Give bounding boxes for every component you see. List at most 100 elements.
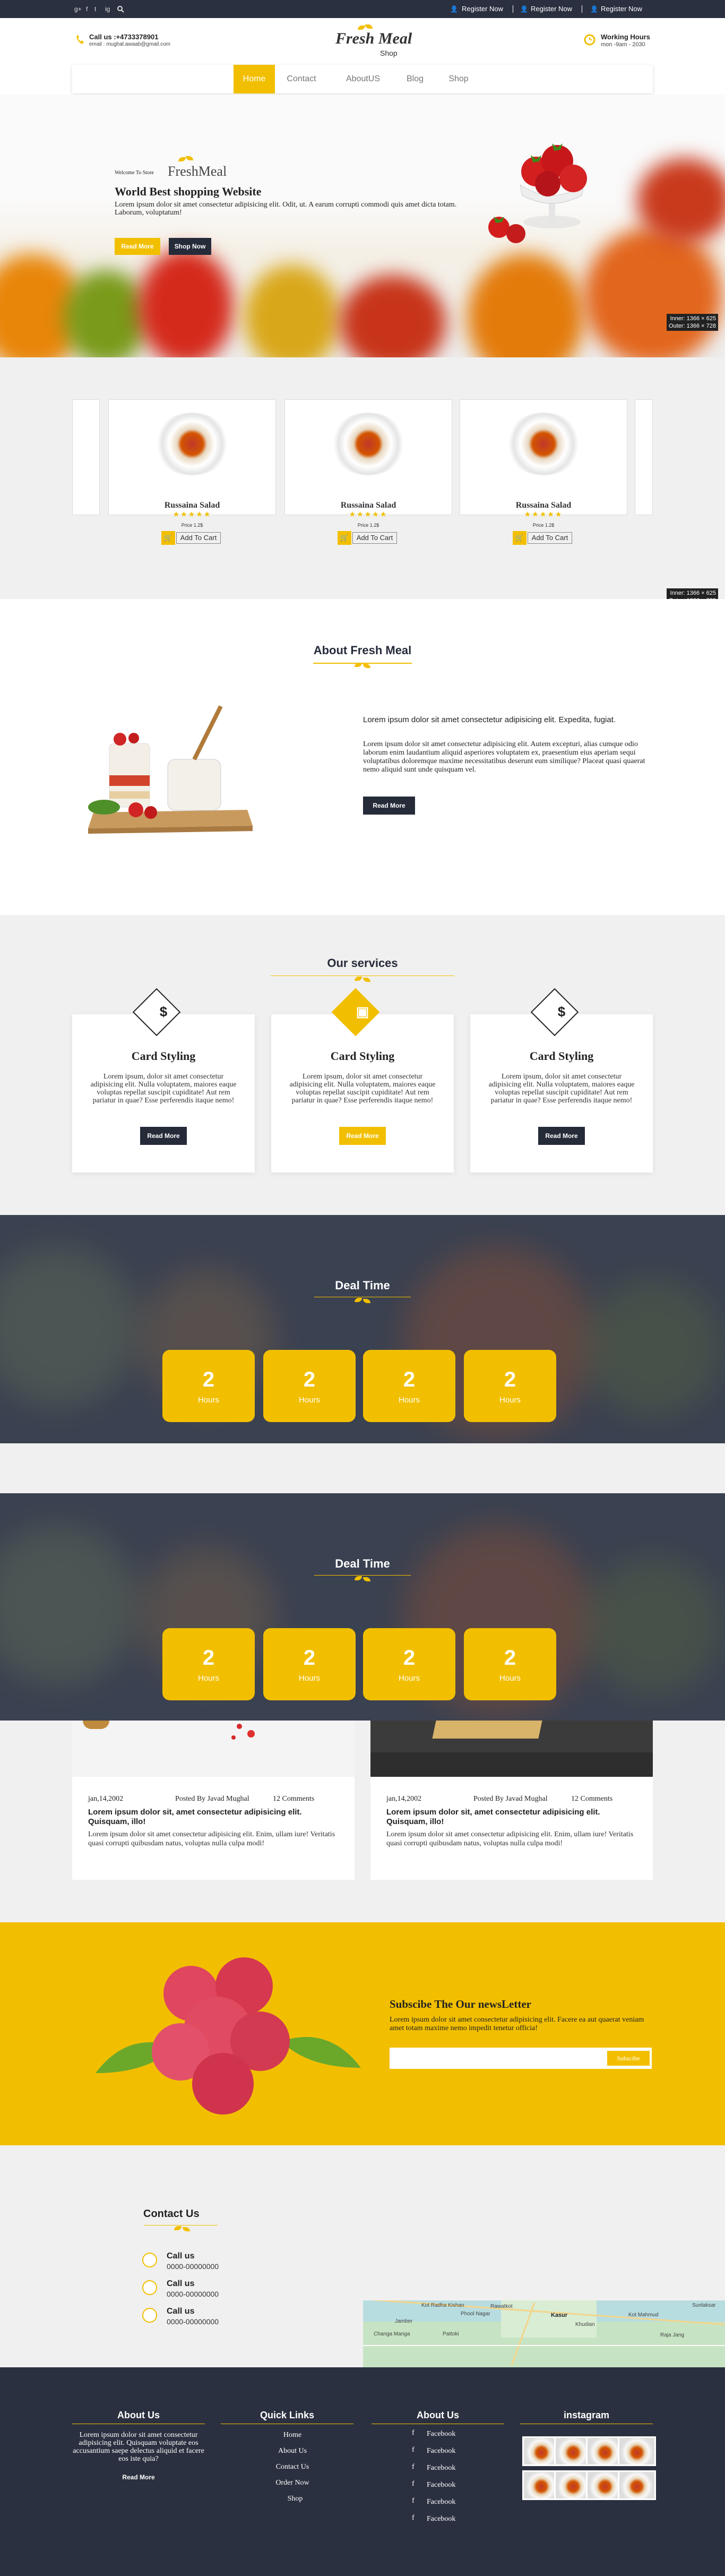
main-nav: Home Contact AboutUS Blog Shop [72, 65, 653, 93]
hero-shop-now-button[interactable]: Shop Now [169, 238, 211, 255]
deal-title: Deal Time [335, 1279, 390, 1292]
blog-comments[interactable]: 12 Comments [273, 1795, 314, 1803]
blog-title[interactable]: Lorem ipsum dolor sit, amet consectetur … [386, 1808, 636, 1827]
contact-title: Contact Us [143, 2208, 200, 2220]
add-to-cart-button[interactable]: 🛒 Add To Cart [513, 531, 573, 545]
product-card[interactable]: Russaina Salad ★★★★★ [460, 399, 627, 518]
leaf-icon [363, 1577, 370, 1581]
about-text: Lorem ipsum dolor sit amet consectetur a… [363, 740, 645, 774]
footer-facebook-link[interactable]: Facebook [427, 2515, 455, 2523]
twitter-icon[interactable]: t [94, 5, 96, 13]
footer-facebook-link[interactable]: Facebook [427, 2498, 455, 2506]
footer-facebook-link[interactable]: Facebook [427, 2430, 455, 2438]
dollar-icon: $ [159, 1004, 168, 1020]
footer-read-more-link[interactable]: Read More [72, 2474, 205, 2481]
contact-value[interactable]: 0000-00000000 [167, 2317, 219, 2326]
nav-home[interactable]: Home [234, 65, 275, 93]
service-card[interactable]: Card Styling Lorem ipsum, dolor sit amet… [470, 1014, 653, 1173]
facebook-icon: f [412, 2463, 415, 2471]
facebook-icon: f [412, 2446, 415, 2454]
hero-banner: Welcome To Store FreshMeal World Best sh… [0, 95, 725, 357]
leaf-icon [355, 1298, 362, 1302]
rating-stars: ★★★★★ [349, 510, 388, 518]
blog-card[interactable]: jan,14,2002 Posted By Javad Mughal 12 Co… [72, 1721, 355, 1880]
product-card[interactable]: Russaina Salad ★★★★★ [284, 399, 452, 518]
top-bar: g+ f t ig search 👤 Register Now 👤 Regist… [0, 0, 725, 18]
subscribe-text: Lorem ipsum dolor sit amet consectetur a… [390, 2016, 644, 2032]
blog-author[interactable]: Posted By Javad Mughal [473, 1795, 548, 1803]
countdown-unit: Hours [398, 1674, 420, 1683]
hero-read-more-button[interactable]: Read More [115, 238, 160, 255]
map-road [363, 2345, 725, 2346]
location-icon [142, 2253, 157, 2267]
service-card-text: Lorem ipsum, dolor sit amet consectetur … [488, 1073, 635, 1105]
countdown-unit: Hours [499, 1396, 521, 1405]
product-price: Price 1.2$ [181, 523, 203, 528]
countdown-unit: Hours [298, 1674, 320, 1683]
rating-stars: ★★★★★ [524, 510, 563, 518]
facebook-icon[interactable]: f [86, 5, 88, 13]
logo[interactable]: Fresh Meal Shop [330, 21, 412, 64]
instagram-thumb[interactable] [618, 2436, 656, 2466]
register-link-1[interactable]: Register Now [462, 5, 503, 13]
countdown-value: 2 [202, 1646, 215, 1670]
subscribe-button[interactable]: Subscibe [607, 2051, 650, 2066]
footer-link-order[interactable]: Order Now [263, 2479, 322, 2487]
add-to-cart-button[interactable]: 🛒 Add To Cart [161, 531, 222, 545]
footer-link-home[interactable]: Home [274, 2431, 311, 2440]
footer-facebook-link[interactable]: Facebook [427, 2481, 455, 2489]
contact-value[interactable]: 0000-00000000 [167, 2290, 219, 2298]
footer-facebook-link[interactable]: Facebook [427, 2447, 455, 2455]
leaf-icon [363, 978, 370, 982]
blog-title[interactable]: Lorem ipsum dolor sit, amet consectetur … [88, 1808, 338, 1827]
blog-image-shape [231, 1735, 236, 1740]
add-to-cart-label: Add To Cart [176, 532, 221, 544]
register-link-2[interactable]: Register Now [531, 5, 572, 13]
product-card[interactable]: Russaina Salad ★★★★★ [108, 399, 276, 518]
blog-card[interactable]: jan,14,2002 Posted By Javad Mughal 12 Co… [370, 1721, 653, 1880]
logo-sub: Shop [380, 49, 398, 57]
hero-bg-pepper [64, 270, 149, 357]
blog-image-shape [83, 1721, 109, 1729]
title-rule [271, 975, 454, 976]
nav-blog[interactable]: Blog [396, 65, 434, 93]
footer-link-about[interactable]: About Us [269, 2447, 316, 2455]
instagram-icon[interactable]: ig [105, 5, 110, 13]
map-label: Pattoki [443, 2331, 459, 2337]
strawberry-bowl-image [488, 143, 587, 243]
instagram-thumb[interactable] [618, 2470, 656, 2500]
footer-link-shop[interactable]: Shop [274, 2495, 316, 2503]
service-card[interactable]: Card Styling Lorem ipsum, dolor sit amet… [72, 1014, 255, 1173]
service-card-title: Card Styling [131, 1049, 196, 1063]
blog-comments[interactable]: 12 Comments [571, 1795, 612, 1803]
salad-plate-image [505, 413, 582, 475]
nav-shop[interactable]: Shop [438, 65, 479, 93]
add-to-cart-button[interactable]: 🛒 Add To Cart [338, 531, 398, 545]
countdown-box: 2 Hours [363, 1628, 455, 1700]
service-read-more-button[interactable]: Read More [140, 1127, 187, 1145]
map-embed[interactable]: Rawatkot Phool Nagar Kasur Sunlaksar Jam… [363, 2300, 725, 2367]
about-read-more-button[interactable]: Read More [363, 797, 415, 815]
size-badge-inner: Inner: 1366 × 625 [670, 315, 716, 322]
contact-value[interactable]: 0000-00000000 [167, 2262, 219, 2271]
footer-facebook-link[interactable]: Facebook [427, 2464, 455, 2472]
phone-icon [142, 2280, 157, 2295]
google-plus-icon[interactable]: g+ [74, 5, 82, 13]
user-icon: 👤 [590, 5, 598, 13]
service-read-more-button[interactable]: Read More [339, 1127, 386, 1145]
product-name: Russaina Salad [340, 501, 396, 510]
service-read-more-button[interactable]: Read More [538, 1127, 585, 1145]
about-lead: Lorem ipsum dolor sit amet consectetur a… [363, 715, 616, 724]
user-icon: 👤 [450, 5, 458, 13]
countdown-value: 2 [303, 1646, 316, 1670]
countdown-value: 2 [202, 1368, 215, 1391]
blog-author[interactable]: Posted By Javad Mughal [175, 1795, 249, 1803]
hero-text: Lorem ipsum dolor sit amet consectetur a… [115, 201, 457, 217]
facebook-icon: f [412, 2514, 415, 2522]
footer-link-contact[interactable]: Contact Us [263, 2463, 322, 2471]
nav-contact[interactable]: Contact [279, 65, 324, 93]
register-link-3[interactable]: Register Now [601, 5, 642, 13]
service-card[interactable]: Card Styling Lorem ipsum, dolor sit amet… [271, 1014, 454, 1173]
email-text[interactable]: email : mughal.awaab@gmail.com [89, 41, 170, 47]
nav-aboutus[interactable]: AboutUS [338, 65, 389, 93]
